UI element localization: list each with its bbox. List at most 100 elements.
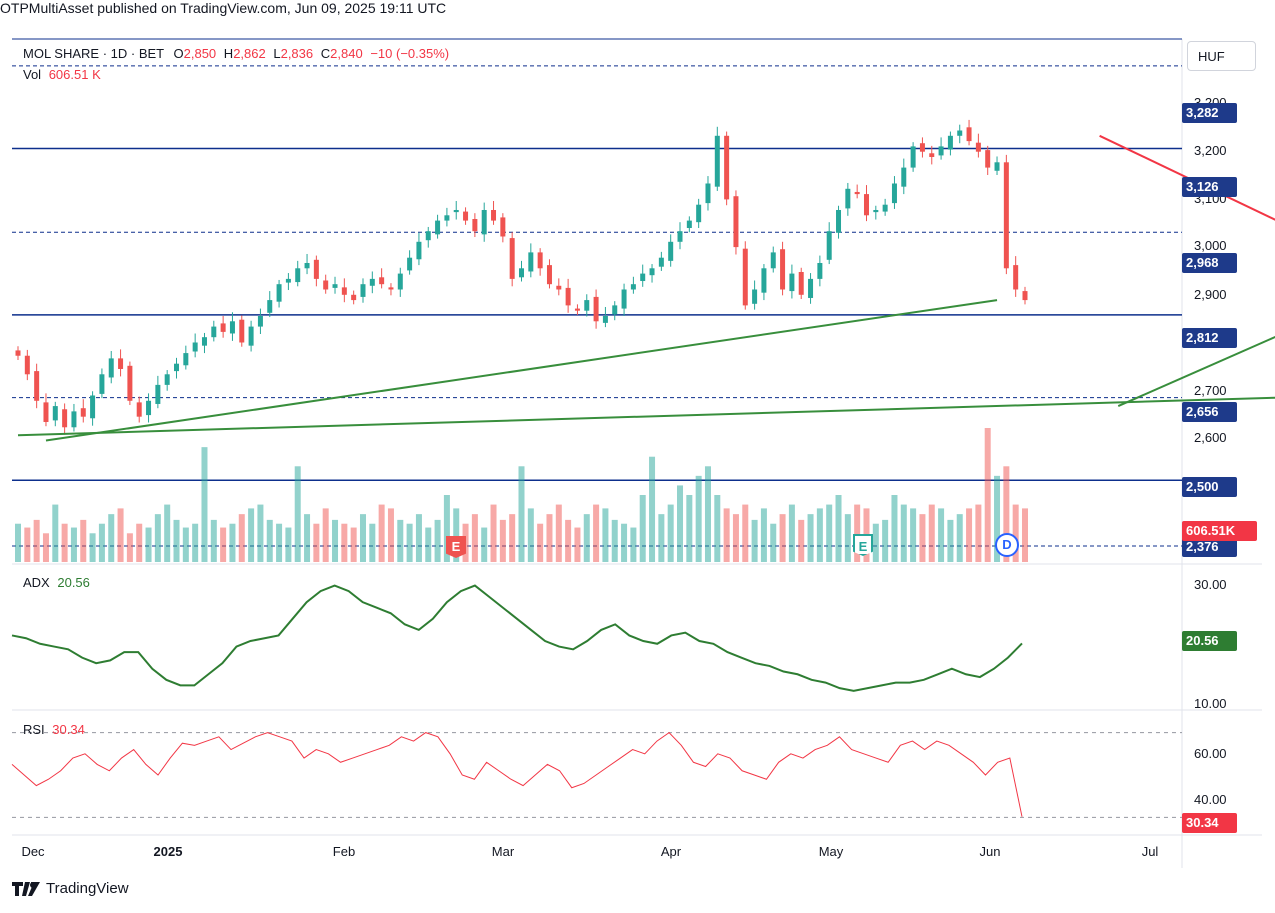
volume-bar xyxy=(332,519,339,562)
candle-body xyxy=(724,135,730,200)
volume-bar xyxy=(173,519,180,562)
volume-bar xyxy=(872,523,879,562)
volume-bar xyxy=(220,527,227,562)
candle-body xyxy=(882,204,888,212)
volume-bar xyxy=(714,495,721,562)
volume-bar xyxy=(24,527,31,562)
candle-body xyxy=(52,406,58,421)
candle-body xyxy=(463,211,469,221)
candle-body xyxy=(668,241,674,261)
candle-body xyxy=(416,241,422,260)
candle-body xyxy=(491,209,497,221)
volume-bar xyxy=(751,519,758,562)
candle-body xyxy=(612,305,618,315)
candle-body xyxy=(836,209,842,233)
volume-bar xyxy=(835,495,842,562)
volume-bar xyxy=(611,519,618,562)
volume-bar xyxy=(80,519,87,562)
volume-bar xyxy=(499,519,506,562)
symbol-label[interactable]: MOL SHARE · 1D · BET xyxy=(23,46,164,61)
rsi-tick: 60.00 xyxy=(1194,746,1227,761)
volume-bar xyxy=(89,533,96,562)
volume-bar xyxy=(425,527,432,562)
x-tick-jun: Jun xyxy=(979,844,1001,859)
volume-bar xyxy=(52,504,59,562)
volume-bar xyxy=(117,508,124,562)
candle-body xyxy=(537,252,543,269)
candle-body xyxy=(24,355,30,375)
volume-bar xyxy=(621,523,628,562)
volume-bar xyxy=(257,504,264,562)
volume-bar xyxy=(947,519,954,562)
volume-bar xyxy=(285,527,292,562)
candle-body xyxy=(574,308,580,311)
candle-body xyxy=(528,252,534,272)
chart-canvas[interactable] xyxy=(0,0,1275,913)
volume-bar xyxy=(900,504,907,562)
currency-button[interactable]: HUF xyxy=(1187,41,1256,71)
candle-body xyxy=(360,284,366,297)
tradingview-logo-icon xyxy=(12,881,40,896)
adx-value: 20.56 xyxy=(57,575,90,590)
candle-body xyxy=(379,277,385,285)
candle-body xyxy=(201,337,207,346)
price-level-label-2812: 2,812 xyxy=(1182,328,1237,348)
candle-body xyxy=(146,400,152,416)
volume-bar xyxy=(471,514,478,562)
volume-bar xyxy=(434,519,441,562)
volume-bar xyxy=(537,523,544,562)
price-level-label-3282: 3,282 xyxy=(1182,103,1237,123)
candle-body xyxy=(985,150,991,168)
candle-body xyxy=(919,143,925,152)
volume-bar xyxy=(742,504,749,562)
volume-bar xyxy=(509,514,516,562)
earnings-event-badge[interactable]: E xyxy=(853,534,873,556)
candle-body xyxy=(369,278,375,286)
rsi-value: 30.34 xyxy=(52,722,85,737)
volume-bar xyxy=(677,485,684,562)
candle-body xyxy=(220,323,226,332)
volume-bar xyxy=(667,504,674,562)
candle-body xyxy=(630,284,636,290)
candle-body xyxy=(957,130,963,136)
candle-body xyxy=(248,326,254,346)
low-label: L xyxy=(273,46,281,61)
candle-body xyxy=(108,358,114,378)
candle-body xyxy=(1003,162,1009,269)
volume-bar xyxy=(341,523,348,562)
price-level-label-2656: 2,656 xyxy=(1182,402,1237,422)
volume-bar xyxy=(248,508,255,562)
volume-bar xyxy=(583,514,590,562)
candle-body xyxy=(854,191,860,195)
x-tick-mar: Mar xyxy=(491,844,515,859)
candle-body xyxy=(929,153,935,157)
volume-bar xyxy=(229,523,236,562)
candle-body xyxy=(1022,291,1028,301)
volume-bar xyxy=(723,508,730,562)
candle-body xyxy=(770,252,776,269)
earnings-event-badge[interactable]: E xyxy=(446,536,466,558)
volume-bar xyxy=(546,514,553,562)
adx-tick: 30.00 xyxy=(1194,577,1227,592)
open-value: 2,850 xyxy=(183,46,217,61)
high-label: H xyxy=(223,46,234,61)
adx-name: ADX xyxy=(23,575,50,590)
candle-body xyxy=(649,268,655,276)
candle-body xyxy=(966,127,972,142)
candle-body xyxy=(267,300,273,313)
volume-bar xyxy=(527,508,534,562)
open-label: O xyxy=(173,46,184,61)
volume-bar xyxy=(70,527,77,562)
x-tick-feb: Feb xyxy=(332,844,356,859)
volume-bar xyxy=(844,514,851,562)
rsi-name: RSI xyxy=(23,722,45,737)
candle-body xyxy=(640,273,646,282)
volume-bar xyxy=(770,523,777,562)
candle-body xyxy=(164,374,170,385)
volume-bar xyxy=(154,514,161,562)
volume-bar xyxy=(807,514,814,562)
dividend-event-badge[interactable]: D xyxy=(995,533,1019,557)
candle-body xyxy=(34,371,40,401)
volume-bar xyxy=(593,504,600,562)
candle-body xyxy=(211,326,217,338)
